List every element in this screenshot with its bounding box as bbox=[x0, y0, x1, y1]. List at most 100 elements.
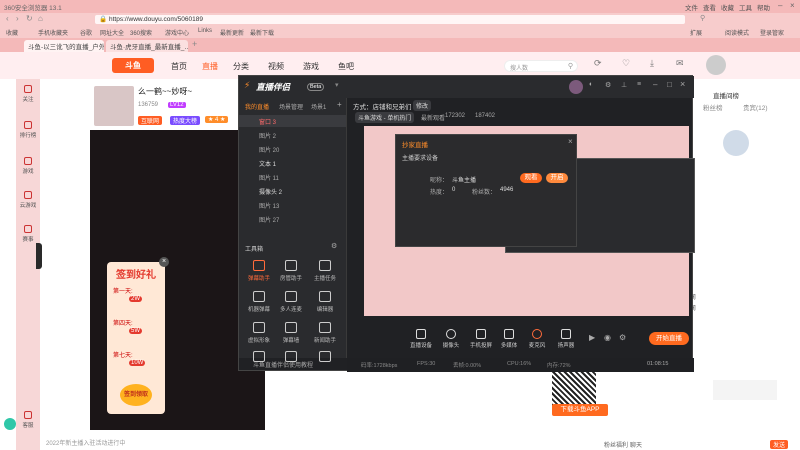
sidebar-collapse-handle[interactable] bbox=[36, 243, 42, 269]
tool-editor[interactable]: 编辑器 bbox=[311, 291, 339, 313]
scene-item-label[interactable]: 图片 2 bbox=[259, 131, 276, 140]
scene-item-label[interactable]: 图片 20 bbox=[259, 145, 279, 154]
bookmark-item[interactable]: 最新下载 bbox=[250, 28, 274, 37]
tool-room-manager[interactable]: 房管助手 bbox=[277, 260, 305, 282]
reader-mode-button[interactable]: 阅读模式 bbox=[725, 28, 749, 37]
follow-icon[interactable]: ♡ bbox=[622, 58, 630, 69]
control-media[interactable]: 多媒体 bbox=[495, 329, 523, 349]
new-tab-icon[interactable]: + bbox=[192, 39, 197, 49]
message-icon[interactable]: ✉ bbox=[676, 58, 684, 69]
settings-icon[interactable]: ⚙ bbox=[605, 81, 611, 89]
tool-streamer-task[interactable]: 主播任务 bbox=[311, 260, 339, 282]
record-icon[interactable]: ▶ bbox=[589, 333, 595, 342]
user-avatar[interactable] bbox=[706, 55, 726, 75]
bookmark-item[interactable]: 游戏中心 bbox=[165, 28, 189, 37]
streamer-avatar[interactable] bbox=[94, 86, 134, 126]
nav-game[interactable]: 游戏 bbox=[303, 61, 319, 72]
browser-tab[interactable]: 斗鱼·虎牙直播_最新直播_… bbox=[106, 40, 188, 52]
bookmark-item[interactable]: 收藏 bbox=[6, 28, 18, 37]
tool-bot-danmaku[interactable]: 机器弹幕 bbox=[245, 291, 273, 313]
menu-view[interactable]: 查看 bbox=[703, 2, 716, 12]
watch-button[interactable]: 观看 bbox=[520, 173, 542, 183]
tab-vip[interactable]: 贵宾(12) bbox=[743, 102, 768, 112]
category-selector[interactable]: 斗鱼游戏 - 单机热门 bbox=[355, 112, 415, 123]
rail-cloud-games[interactable]: 云游戏 bbox=[16, 191, 40, 209]
rail-games[interactable]: 游戏 bbox=[16, 157, 40, 175]
rail-follow[interactable]: 关注 bbox=[16, 85, 40, 103]
search-icon[interactable]: ⚲ bbox=[700, 14, 705, 22]
bookmark-item[interactable]: 最新更新 bbox=[220, 28, 244, 37]
login-manager-button[interactable]: 登录管家 bbox=[760, 28, 784, 37]
browser-tab[interactable]: 斗鱼-以三讹飞的直播_户外直播 bbox=[24, 40, 104, 52]
menu-icon[interactable]: ≡ bbox=[637, 81, 641, 88]
tab-scene-manage[interactable]: 场景管理 bbox=[279, 102, 303, 111]
tool-avatar[interactable]: 虚拟形象 bbox=[245, 322, 273, 344]
scene-item-selected[interactable] bbox=[239, 115, 346, 127]
control-microphone[interactable]: 麦克风 bbox=[523, 329, 551, 349]
home-icon[interactable]: ⌂ bbox=[38, 14, 43, 23]
eye-icon[interactable]: ◉ bbox=[604, 333, 611, 342]
toolbox-settings-icon[interactable]: ⚙ bbox=[331, 242, 337, 250]
tool-danmaku-helper[interactable]: 弹幕助手 bbox=[245, 260, 273, 282]
add-scene-icon[interactable]: + bbox=[337, 100, 342, 109]
nav-home[interactable]: 首页 bbox=[171, 61, 187, 72]
bookmark-item[interactable]: 谷歌 bbox=[80, 28, 92, 37]
control-camera[interactable]: 摄像头 bbox=[437, 329, 465, 349]
scene-item-label[interactable]: 摄像头 2 bbox=[259, 187, 282, 196]
scene-item-label[interactable]: 文本 1 bbox=[259, 159, 276, 168]
scene-item-label[interactable]: 窗口 3 bbox=[259, 117, 276, 126]
edit-title-button[interactable]: 修改 bbox=[413, 100, 432, 111]
control-speaker[interactable]: 扬声器 bbox=[552, 329, 580, 349]
download-icon[interactable]: ⤓ bbox=[650, 58, 654, 69]
fan-welfare-button[interactable]: 粉丝福利 bbox=[604, 440, 628, 449]
url-field[interactable]: 🔒 https://www.douyu.com/5060189 bbox=[95, 15, 685, 24]
search-icon[interactable]: ⚲ bbox=[568, 62, 573, 70]
forward-icon[interactable]: › bbox=[16, 14, 19, 23]
enable-button[interactable]: 开启 bbox=[546, 173, 568, 183]
rail-ranking[interactable]: 排行榜 bbox=[16, 121, 40, 139]
dropdown-icon[interactable]: ▾ bbox=[335, 81, 339, 89]
menu-favorites[interactable]: 收藏 bbox=[721, 2, 734, 12]
skin-icon[interactable]: ◐ bbox=[589, 81, 593, 88]
extensions-button[interactable]: 扩展 bbox=[690, 28, 702, 37]
chat-support-icon[interactable] bbox=[4, 418, 16, 430]
tool-danmaku-wall[interactable]: 弹幕墙 bbox=[277, 322, 305, 344]
nav-video[interactable]: 视频 bbox=[268, 61, 284, 72]
tutorial-notice[interactable]: 斗鱼直播伴侣使用教程 bbox=[253, 360, 313, 369]
bookmark-item[interactable]: 网址大全 bbox=[100, 28, 124, 37]
back-icon[interactable]: ‹ bbox=[6, 14, 9, 23]
tool-more[interactable] bbox=[311, 351, 339, 365]
tab-scene-1[interactable]: 场景1 bbox=[311, 102, 326, 111]
pin-icon[interactable]: ⊥ bbox=[621, 81, 627, 89]
bookmark-item[interactable]: 360搜索 bbox=[130, 28, 152, 37]
scene-item-label[interactable]: 图片 11 bbox=[259, 173, 279, 182]
nav-fishbar[interactable]: 鱼吧 bbox=[338, 61, 354, 72]
hot-rank-badge[interactable]: 热度大榜 bbox=[170, 116, 201, 125]
close-icon[interactable]: × bbox=[568, 137, 573, 146]
nav-category[interactable]: 分类 bbox=[233, 61, 249, 72]
site-logo[interactable]: 斗鱼 bbox=[112, 58, 154, 73]
tool-multi-mic[interactable]: 多人连麦 bbox=[277, 291, 305, 313]
history-icon[interactable]: ⟳ bbox=[594, 58, 602, 69]
tab-my-live[interactable]: 我的直播 bbox=[245, 102, 269, 111]
rank-avatar[interactable] bbox=[723, 130, 749, 156]
go-live-button[interactable]: 开始直播 bbox=[649, 332, 689, 345]
nav-live[interactable]: 直播 bbox=[202, 61, 218, 72]
room-rank-label[interactable]: 直播间榜 bbox=[713, 90, 739, 100]
scene-item-label[interactable]: 图片 13 bbox=[259, 201, 279, 210]
bookmark-item[interactable]: 手机收藏夹 bbox=[38, 28, 68, 37]
bookmark-item[interactable]: Links bbox=[198, 28, 212, 34]
close-icon[interactable]: × bbox=[680, 79, 685, 89]
search-input[interactable]: 搜人数 ⚲ bbox=[504, 60, 578, 72]
control-phone-cast[interactable]: 手机投屏 bbox=[467, 329, 495, 349]
minimize-icon[interactable]: – bbox=[778, 1, 782, 10]
menu-file[interactable]: 文件 bbox=[685, 2, 698, 12]
send-button[interactable]: 发送 bbox=[770, 440, 789, 449]
menu-tools[interactable]: 工具 bbox=[739, 2, 752, 12]
scene-item-label[interactable]: 图片 27 bbox=[259, 215, 279, 224]
rail-support[interactable]: 客服 bbox=[16, 411, 40, 429]
settings-icon[interactable]: ⚙ bbox=[619, 333, 626, 342]
minimize-icon[interactable]: – bbox=[653, 80, 657, 89]
maximize-icon[interactable]: □ bbox=[667, 80, 672, 89]
chat-button[interactable]: 聊天 bbox=[630, 440, 642, 449]
